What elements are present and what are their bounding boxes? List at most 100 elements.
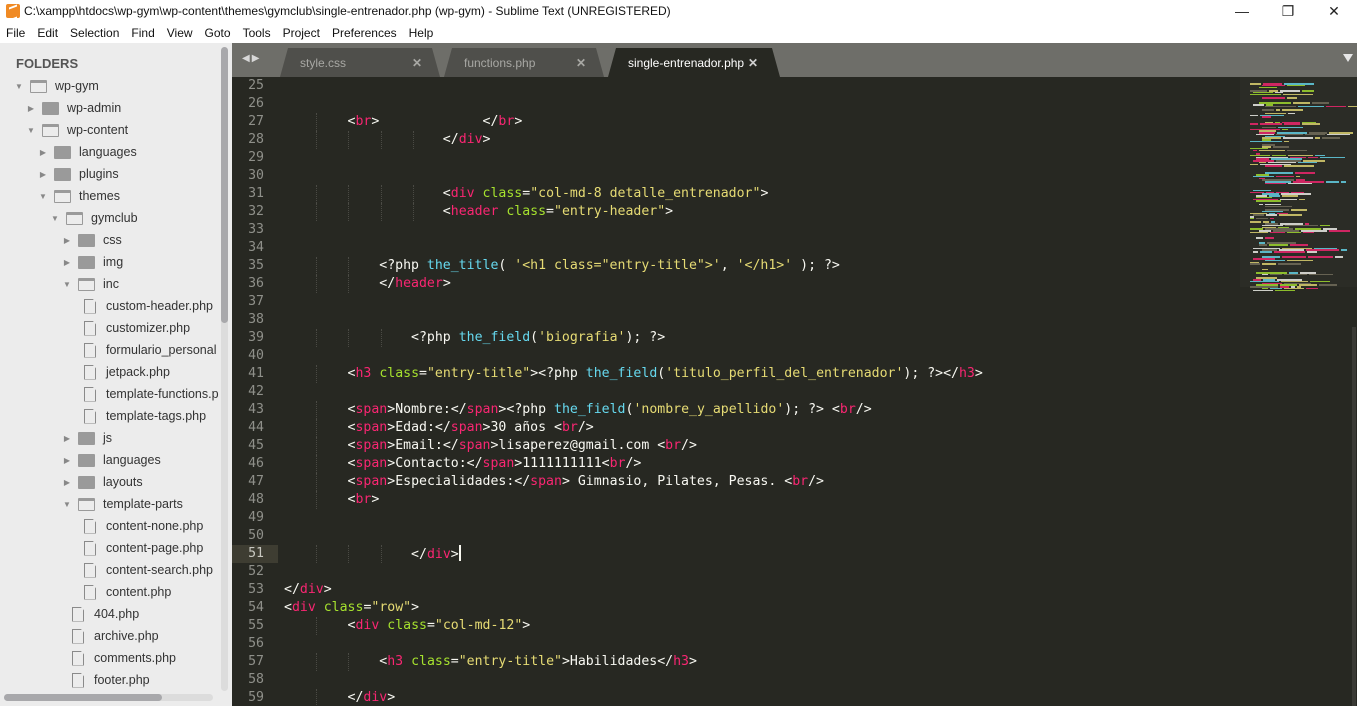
tab-functions-php[interactable]: functions.php ✕	[444, 48, 604, 77]
code-line[interactable]: 56	[232, 635, 1240, 653]
disclosure-expanded-icon[interactable]: ▼	[50, 214, 60, 223]
code-line[interactable]: 42	[232, 383, 1240, 401]
editor-vertical-scrollbar[interactable]	[1352, 327, 1356, 706]
tab-nav-arrows-icon[interactable]: ◀▶	[242, 53, 261, 64]
disclosure-expanded-icon[interactable]: ▼	[26, 126, 36, 135]
file-item[interactable]: content.php	[84, 581, 171, 603]
disclosure-collapsed-icon[interactable]: ▶	[38, 148, 48, 157]
file-item[interactable]: content-page.php	[84, 537, 203, 559]
code-line[interactable]: 53 </div>	[232, 581, 1240, 599]
code-line[interactable]: 32 <header class="entry-header">	[232, 203, 1240, 221]
folder-item[interactable]: ▶ plugins	[38, 163, 119, 185]
code-line[interactable]: 25	[232, 77, 1240, 95]
minimize-button[interactable]: —	[1219, 0, 1265, 22]
menu-selection[interactable]: Selection	[64, 26, 125, 40]
code-line[interactable]: 39 <?php the_field('biografia'); ?>	[232, 329, 1240, 347]
code-line[interactable]: 33	[232, 221, 1240, 239]
menu-edit[interactable]: Edit	[31, 26, 64, 40]
disclosure-collapsed-icon[interactable]: ▶	[62, 258, 72, 267]
sidebar-horizontal-scroll-thumb[interactable]	[4, 694, 162, 701]
menu-preferences[interactable]: Preferences	[326, 26, 403, 40]
code-line[interactable]: 36 </header>	[232, 275, 1240, 293]
code-line[interactable]: 51 </div>	[232, 545, 1240, 563]
code-line[interactable]: 52	[232, 563, 1240, 581]
folder-item[interactable]: ▼ inc	[62, 273, 119, 295]
file-item[interactable]: content-search.php	[84, 559, 213, 581]
folder-item[interactable]: ▶ languages	[62, 449, 161, 471]
menu-file[interactable]: File	[0, 26, 31, 40]
code-line[interactable]: 35 <?php the_title( '<h1 class="entry-ti…	[232, 257, 1240, 275]
code-line[interactable]: 45 <span>Email:</span>lisaperez@gmail.co…	[232, 437, 1240, 455]
sidebar-vertical-scroll-thumb[interactable]	[221, 47, 228, 323]
code-line[interactable]: 34	[232, 239, 1240, 257]
disclosure-collapsed-icon[interactable]: ▶	[26, 104, 36, 113]
code-line[interactable]: 47 <span>Especialidades:</span> Gimnasio…	[232, 473, 1240, 491]
code-line[interactable]: 28 </div>	[232, 131, 1240, 149]
menu-help[interactable]: Help	[403, 26, 440, 40]
menu-view[interactable]: View	[161, 26, 199, 40]
maximize-button[interactable]: ❐	[1265, 0, 1311, 22]
close-tab-icon[interactable]: ✕	[412, 56, 422, 70]
folder-item[interactable]: ▶ layouts	[62, 471, 143, 493]
disclosure-collapsed-icon[interactable]: ▶	[62, 456, 72, 465]
code-line[interactable]: 54 <div class="row">	[232, 599, 1240, 617]
code-line[interactable]: 48 <br>	[232, 491, 1240, 509]
menu-find[interactable]: Find	[125, 26, 160, 40]
close-button[interactable]: ✕	[1311, 0, 1357, 22]
disclosure-expanded-icon[interactable]: ▼	[14, 82, 24, 91]
disclosure-collapsed-icon[interactable]: ▶	[38, 170, 48, 179]
folder-item[interactable]: ▶ img	[62, 251, 123, 273]
code-line[interactable]: 37	[232, 293, 1240, 311]
disclosure-expanded-icon[interactable]: ▼	[38, 192, 48, 201]
close-tab-icon[interactable]: ✕	[576, 56, 586, 70]
disclosure-expanded-icon[interactable]: ▼	[62, 280, 72, 289]
folder-item[interactable]: ▶ css	[62, 229, 122, 251]
file-item[interactable]: comments.php	[72, 647, 176, 669]
folder-item[interactable]: ▶ js	[62, 427, 112, 449]
disclosure-collapsed-icon[interactable]: ▶	[62, 478, 72, 487]
code-line[interactable]: 49	[232, 509, 1240, 527]
folder-item[interactable]: ▼ wp-gym	[14, 75, 99, 97]
folder-item[interactable]: ▼ themes	[38, 185, 120, 207]
disclosure-collapsed-icon[interactable]: ▶	[62, 434, 72, 443]
file-item[interactable]: 404.php	[72, 603, 139, 625]
code-editor[interactable]: 25 26 27 <br> </br> 28 </div> 29 30 31 <div cl…	[232, 77, 1357, 706]
file-item[interactable]: formulario_personal	[84, 339, 216, 361]
code-line[interactable]: 59 </div>	[232, 689, 1240, 706]
code-line[interactable]: 26	[232, 95, 1240, 113]
folder-item[interactable]: ▼ gymclub	[50, 207, 138, 229]
menu-project[interactable]: Project	[277, 26, 326, 40]
code-line[interactable]: 31 <div class="col-md-8 detalle_entrenad…	[232, 185, 1240, 203]
folder-item[interactable]: ▼ wp-content	[26, 119, 128, 141]
code-line[interactable]: 27 <br> </br>	[232, 113, 1240, 131]
code-line[interactable]: 41 <h3 class="entry-title"><?php the_fie…	[232, 365, 1240, 383]
code-line[interactable]: 57 <h3 class="entry-title">Habilidades</…	[232, 653, 1240, 671]
folder-item[interactable]: ▼ template-parts	[62, 493, 183, 515]
minimap[interactable]	[1240, 77, 1357, 706]
sidebar-vertical-scrollbar[interactable]	[221, 47, 228, 691]
menu-goto[interactable]: Goto	[199, 26, 237, 40]
file-item[interactable]: archive.php	[72, 625, 159, 647]
file-item[interactable]: template-functions.p	[84, 383, 219, 405]
tab-style-css[interactable]: style.css ✕	[280, 48, 440, 77]
code-line[interactable]: 44 <span>Edad:</span>30 años <br/>	[232, 419, 1240, 437]
file-item[interactable]: custom-header.php	[84, 295, 213, 317]
close-tab-icon[interactable]: ✕	[748, 56, 758, 70]
file-item[interactable]: jetpack.php	[84, 361, 170, 383]
code-line[interactable]: 38	[232, 311, 1240, 329]
code-line[interactable]: 46 <span>Contacto:</span>1111111111<br/>	[232, 455, 1240, 473]
code-line[interactable]: 50	[232, 527, 1240, 545]
menu-tools[interactable]: Tools	[237, 26, 277, 40]
folder-item[interactable]: ▶ wp-admin	[26, 97, 121, 119]
code-line[interactable]: 30	[232, 167, 1240, 185]
file-item[interactable]: footer.php	[72, 669, 150, 691]
folder-item[interactable]: ▶ languages	[38, 141, 137, 163]
file-item[interactable]: content-none.php	[84, 515, 203, 537]
file-item[interactable]: template-tags.php	[84, 405, 206, 427]
disclosure-collapsed-icon[interactable]: ▶	[62, 236, 72, 245]
code-line[interactable]: 29	[232, 149, 1240, 167]
tab-single-entrenador-php[interactable]: single-entrenador.php ✕	[608, 48, 780, 77]
sidebar-horizontal-scrollbar[interactable]	[4, 694, 213, 701]
code-line[interactable]: 43 <span>Nombre:</span><?php the_field('…	[232, 401, 1240, 419]
tab-dropdown-icon[interactable]	[1343, 54, 1353, 62]
